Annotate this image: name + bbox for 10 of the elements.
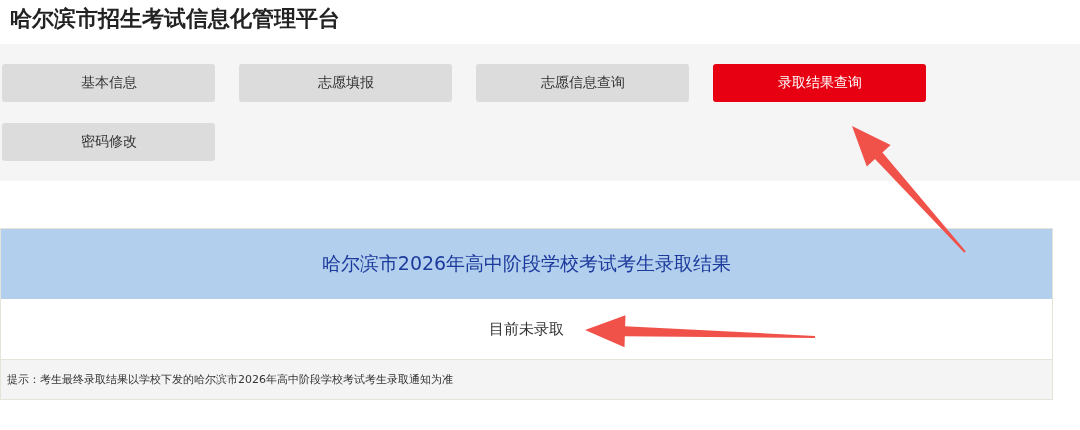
menu-button[interactable]: 录取结果查询 <box>713 64 926 102</box>
result-note: 提示：考生最终录取结果以学校下发的哈尔滨市2026年高中阶段学校考试考生录取通知为准 <box>1 360 1052 399</box>
menu-button[interactable]: 基本信息 <box>2 64 215 102</box>
result-title: 哈尔滨市2026年高中阶段学校考试考生录取结果 <box>1 229 1052 299</box>
menu-button[interactable]: 志愿信息查询 <box>476 64 689 102</box>
menu-button[interactable]: 密码修改 <box>2 123 215 161</box>
arrow-icon <box>852 126 966 253</box>
menu-button[interactable]: 志愿填报 <box>239 64 452 102</box>
arrow-icon <box>585 315 816 348</box>
page-title: 哈尔滨市招生考试信息化管理平台 <box>9 5 341 33</box>
